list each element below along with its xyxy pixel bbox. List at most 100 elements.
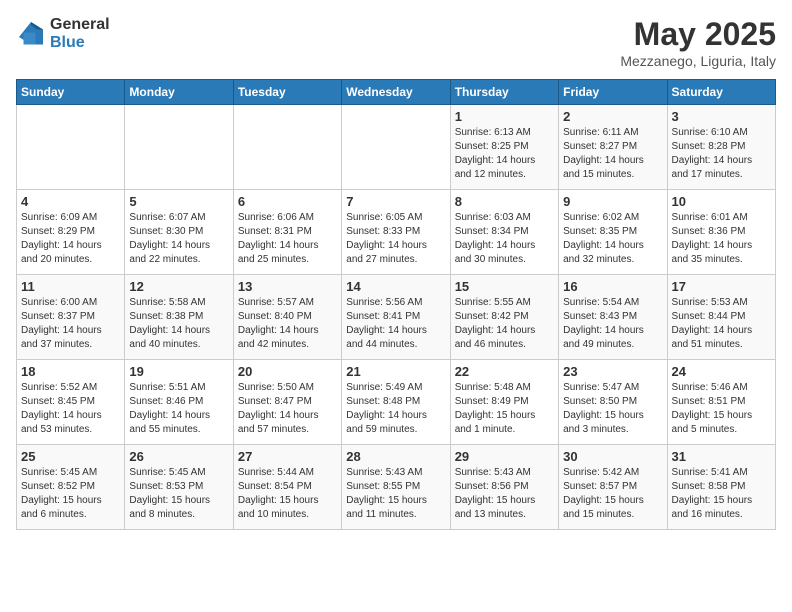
header-day: Friday [559, 80, 667, 105]
logo: General Blue [16, 16, 110, 51]
cell-content: Sunrise: 5:44 AM Sunset: 8:54 PM Dayligh… [238, 466, 337, 522]
calendar-title: May 2025 [620, 16, 776, 53]
day-number: 27 [238, 449, 337, 464]
calendar-cell: 20 Sunrise: 5:50 AM Sunset: 8:47 PM Dayli… [233, 360, 341, 445]
cell-content: Sunrise: 6:09 AM Sunset: 8:29 PM Dayligh… [21, 211, 120, 267]
day-number: 3 [672, 109, 771, 124]
cell-content: Sunrise: 6:03 AM Sunset: 8:34 PM Dayligh… [455, 211, 554, 267]
calendar-cell [233, 105, 341, 190]
day-number: 12 [129, 279, 228, 294]
day-number: 30 [563, 449, 662, 464]
title-block: May 2025 Mezzanego, Liguria, Italy [620, 16, 776, 69]
day-number: 8 [455, 194, 554, 209]
cell-content: Sunrise: 6:06 AM Sunset: 8:31 PM Dayligh… [238, 211, 337, 267]
cell-content: Sunrise: 5:43 AM Sunset: 8:56 PM Dayligh… [455, 466, 554, 522]
logo-icon [16, 19, 46, 49]
calendar-week: 25Sunrise: 5:45 AM Sunset: 8:52 PM Dayli… [17, 445, 776, 530]
day-number: 23 [563, 364, 662, 379]
calendar-cell: 22 Sunrise: 5:48 AM Sunset: 8:49 PM Dayli… [450, 360, 558, 445]
day-number: 10 [672, 194, 771, 209]
logo-general-text: General [50, 16, 110, 34]
day-number: 15 [455, 279, 554, 294]
day-number: 29 [455, 449, 554, 464]
cell-content: Sunrise: 5:49 AM Sunset: 8:48 PM Dayligh… [346, 381, 445, 437]
calendar-cell: 31 Sunrise: 5:41 AM Sunset: 8:58 PM Dayli… [667, 445, 775, 530]
day-number: 24 [672, 364, 771, 379]
calendar-cell: 2Sunrise: 6:11 AM Sunset: 8:27 PM Daylig… [559, 105, 667, 190]
logo-text: General Blue [50, 16, 110, 51]
calendar-subtitle: Mezzanego, Liguria, Italy [620, 53, 776, 69]
calendar-cell: 5 Sunrise: 6:07 AM Sunset: 8:30 PM Daylig… [125, 190, 233, 275]
cell-content: Sunrise: 5:41 AM Sunset: 8:58 PM Dayligh… [672, 466, 771, 522]
day-number: 4 [21, 194, 120, 209]
calendar-cell: 12Sunrise: 5:58 AM Sunset: 8:38 PM Dayli… [125, 275, 233, 360]
cell-content: Sunrise: 6:02 AM Sunset: 8:35 PM Dayligh… [563, 211, 662, 267]
day-number: 14 [346, 279, 445, 294]
calendar-cell: 8 Sunrise: 6:03 AM Sunset: 8:34 PM Daylig… [450, 190, 558, 275]
day-number: 25 [21, 449, 120, 464]
calendar-cell [125, 105, 233, 190]
day-number: 20 [238, 364, 337, 379]
day-number: 7 [346, 194, 445, 209]
cell-content: Sunrise: 6:10 AM Sunset: 8:28 PM Dayligh… [672, 126, 771, 182]
day-number: 28 [346, 449, 445, 464]
cell-content: Sunrise: 5:46 AM Sunset: 8:51 PM Dayligh… [672, 381, 771, 437]
calendar-cell: 1Sunrise: 6:13 AM Sunset: 8:25 PM Daylig… [450, 105, 558, 190]
day-number: 21 [346, 364, 445, 379]
calendar-cell: 10 Sunrise: 6:01 AM Sunset: 8:36 PM Dayli… [667, 190, 775, 275]
calendar-cell: 14Sunrise: 5:56 AM Sunset: 8:41 PM Dayli… [342, 275, 450, 360]
calendar-cell: 30 Sunrise: 5:42 AM Sunset: 8:57 PM Dayli… [559, 445, 667, 530]
calendar-week: 18Sunrise: 5:52 AM Sunset: 8:45 PM Dayli… [17, 360, 776, 445]
calendar-week: 11 Sunrise: 6:00 AM Sunset: 8:37 PM Dayli… [17, 275, 776, 360]
calendar-cell: 13Sunrise: 5:57 AM Sunset: 8:40 PM Dayli… [233, 275, 341, 360]
calendar-cell: 9 Sunrise: 6:02 AM Sunset: 8:35 PM Daylig… [559, 190, 667, 275]
cell-content: Sunrise: 5:57 AM Sunset: 8:40 PM Dayligh… [238, 296, 337, 352]
calendar-cell: 11 Sunrise: 6:00 AM Sunset: 8:37 PM Dayli… [17, 275, 125, 360]
cell-content: Sunrise: 5:42 AM Sunset: 8:57 PM Dayligh… [563, 466, 662, 522]
day-number: 18 [21, 364, 120, 379]
header-day: Wednesday [342, 80, 450, 105]
calendar-cell: 21 Sunrise: 5:49 AM Sunset: 8:48 PM Dayli… [342, 360, 450, 445]
cell-content: Sunrise: 5:43 AM Sunset: 8:55 PM Dayligh… [346, 466, 445, 522]
calendar-cell: 23Sunrise: 5:47 AM Sunset: 8:50 PM Dayli… [559, 360, 667, 445]
cell-content: Sunrise: 6:01 AM Sunset: 8:36 PM Dayligh… [672, 211, 771, 267]
day-number: 22 [455, 364, 554, 379]
calendar-cell: 28 Sunrise: 5:43 AM Sunset: 8:55 PM Dayli… [342, 445, 450, 530]
cell-content: Sunrise: 5:50 AM Sunset: 8:47 PM Dayligh… [238, 381, 337, 437]
calendar-header: SundayMondayTuesdayWednesdayThursdayFrid… [17, 80, 776, 105]
cell-content: Sunrise: 5:53 AM Sunset: 8:44 PM Dayligh… [672, 296, 771, 352]
header-row: SundayMondayTuesdayWednesdayThursdayFrid… [17, 80, 776, 105]
calendar-cell: 17 Sunrise: 5:53 AM Sunset: 8:44 PM Dayli… [667, 275, 775, 360]
cell-content: Sunrise: 6:00 AM Sunset: 8:37 PM Dayligh… [21, 296, 120, 352]
calendar-cell: 4 Sunrise: 6:09 AM Sunset: 8:29 PM Daylig… [17, 190, 125, 275]
cell-content: Sunrise: 6:07 AM Sunset: 8:30 PM Dayligh… [129, 211, 228, 267]
calendar-cell: 3 Sunrise: 6:10 AM Sunset: 8:28 PM Daylig… [667, 105, 775, 190]
calendar-table: SundayMondayTuesdayWednesdayThursdayFrid… [16, 79, 776, 530]
calendar-cell: 7 Sunrise: 6:05 AM Sunset: 8:33 PM Daylig… [342, 190, 450, 275]
page-header: General Blue May 2025 Mezzanego, Liguria… [16, 16, 776, 69]
day-number: 5 [129, 194, 228, 209]
day-number: 11 [21, 279, 120, 294]
cell-content: Sunrise: 5:48 AM Sunset: 8:49 PM Dayligh… [455, 381, 554, 437]
cell-content: Sunrise: 6:05 AM Sunset: 8:33 PM Dayligh… [346, 211, 445, 267]
logo-blue-text: Blue [50, 34, 110, 52]
cell-content: Sunrise: 5:45 AM Sunset: 8:53 PM Dayligh… [129, 466, 228, 522]
cell-content: Sunrise: 6:11 AM Sunset: 8:27 PM Dayligh… [563, 126, 662, 182]
day-number: 31 [672, 449, 771, 464]
calendar-week: 1Sunrise: 6:13 AM Sunset: 8:25 PM Daylig… [17, 105, 776, 190]
calendar-cell: 24 Sunrise: 5:46 AM Sunset: 8:51 PM Dayli… [667, 360, 775, 445]
calendar-cell: 16Sunrise: 5:54 AM Sunset: 8:43 PM Dayli… [559, 275, 667, 360]
calendar-cell: 6 Sunrise: 6:06 AM Sunset: 8:31 PM Daylig… [233, 190, 341, 275]
calendar-week: 4 Sunrise: 6:09 AM Sunset: 8:29 PM Daylig… [17, 190, 776, 275]
cell-content: Sunrise: 6:13 AM Sunset: 8:25 PM Dayligh… [455, 126, 554, 182]
calendar-cell [342, 105, 450, 190]
day-number: 6 [238, 194, 337, 209]
cell-content: Sunrise: 5:51 AM Sunset: 8:46 PM Dayligh… [129, 381, 228, 437]
day-number: 17 [672, 279, 771, 294]
calendar-cell: 18Sunrise: 5:52 AM Sunset: 8:45 PM Dayli… [17, 360, 125, 445]
calendar-cell: 26 Sunrise: 5:45 AM Sunset: 8:53 PM Dayli… [125, 445, 233, 530]
day-number: 26 [129, 449, 228, 464]
day-number: 9 [563, 194, 662, 209]
header-day: Tuesday [233, 80, 341, 105]
header-day: Thursday [450, 80, 558, 105]
